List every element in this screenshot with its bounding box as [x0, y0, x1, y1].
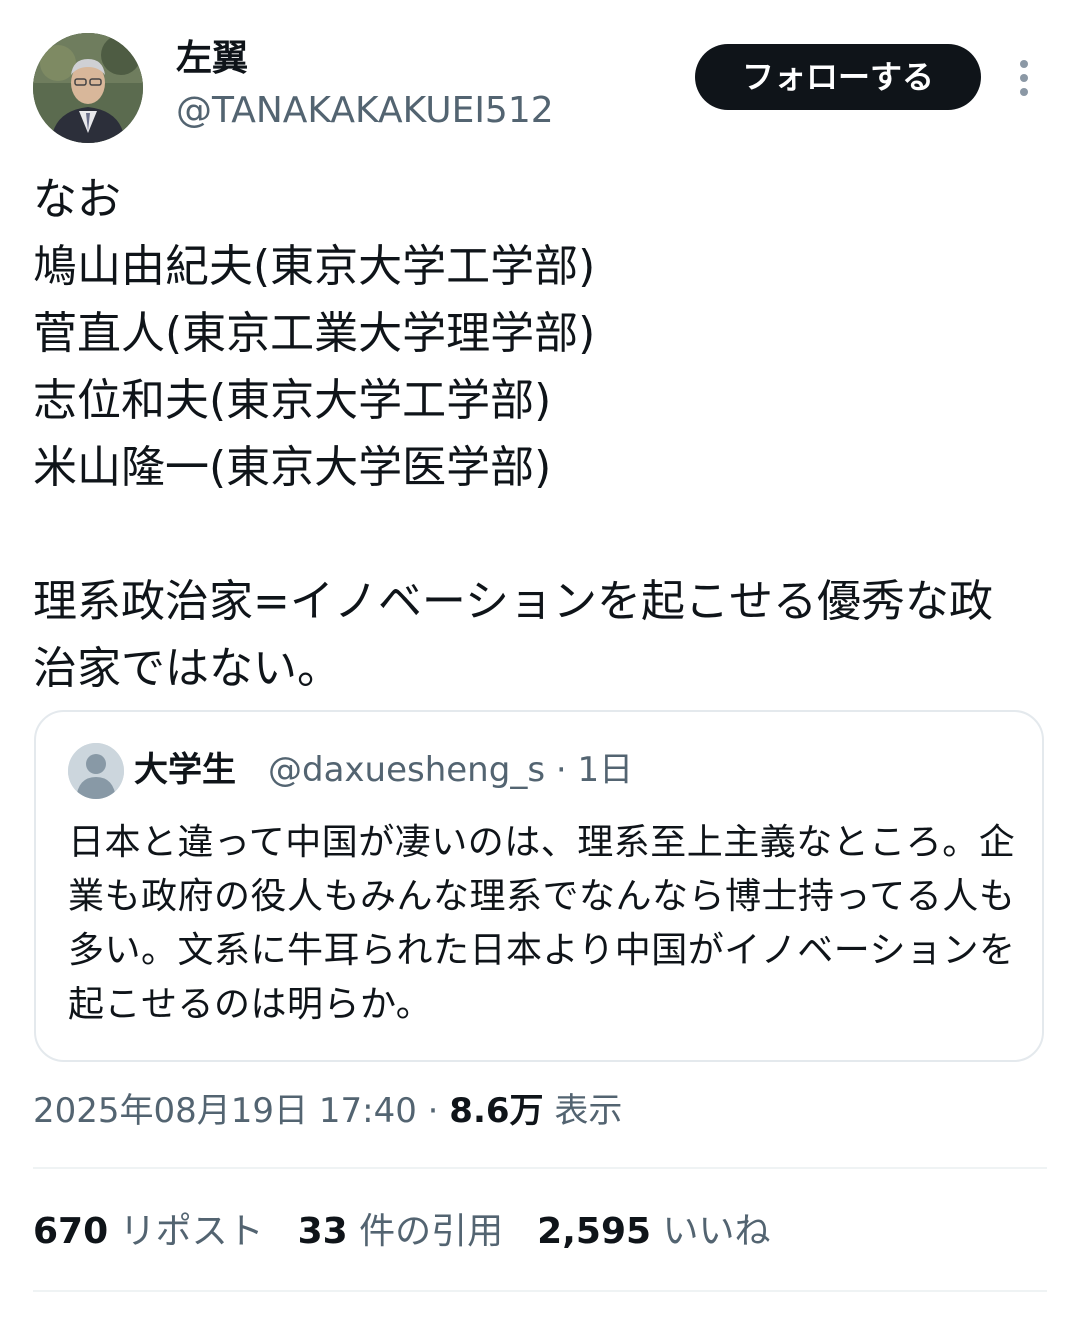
reposts-stat[interactable]: 670 リポスト — [33, 1211, 264, 1252]
quotes-label: 件の引用 — [347, 1211, 504, 1252]
more-dots-vertical-icon[interactable] — [1002, 56, 1046, 100]
quotes-stat[interactable]: 33 件の引用 — [298, 1211, 504, 1252]
divider — [33, 1290, 1047, 1292]
quoted-tweet-text: 日本と違って中国が凄いのは、理系至上主義なところ。企業も政府の役人もみんな理系で… — [68, 822, 1016, 1025]
quoted-tweet-card[interactable]: 大学生 @daxuesheng_s · 1日 日本と違って中国が凄いのは、理系至… — [34, 710, 1044, 1062]
likes-count: 2,595 — [537, 1211, 652, 1252]
reposts-count: 670 — [33, 1211, 109, 1252]
author-display-name[interactable]: 左翼 — [176, 34, 248, 84]
tweet-text: なお 鳩山由紀夫(東京大学工学部) 菅直人(東京工業大学理学部) 志位和夫(東京… — [33, 174, 993, 694]
engagement-stats: 670 リポスト 33 件の引用 2,595 いいね — [33, 1206, 805, 1258]
author-handle[interactable]: @TANAKAKAKUEI512 — [176, 86, 554, 136]
divider — [33, 1167, 1047, 1169]
tweet-meta: 2025年08月19日 17:40 · 8.6万 表示 — [33, 1086, 622, 1136]
views-label: 表示 — [543, 1091, 623, 1131]
tweet-timestamp[interactable]: 2025年08月19日 17:40 · — [33, 1091, 449, 1131]
likes-stat[interactable]: 2,595 いいね — [537, 1211, 770, 1252]
reposts-label: リポスト — [108, 1211, 264, 1252]
views-count: 8.6万 — [449, 1091, 544, 1131]
likes-label: いいね — [651, 1211, 771, 1252]
quoted-author-name: 大学生 — [134, 750, 236, 790]
quoted-author-handle-time: @daxuesheng_s · 1日 — [268, 750, 634, 790]
quotes-count: 33 — [297, 1211, 348, 1252]
quoted-author-avatar-icon — [68, 743, 124, 799]
follow-button[interactable]: フォローする — [695, 44, 981, 110]
author-avatar[interactable] — [33, 33, 143, 143]
